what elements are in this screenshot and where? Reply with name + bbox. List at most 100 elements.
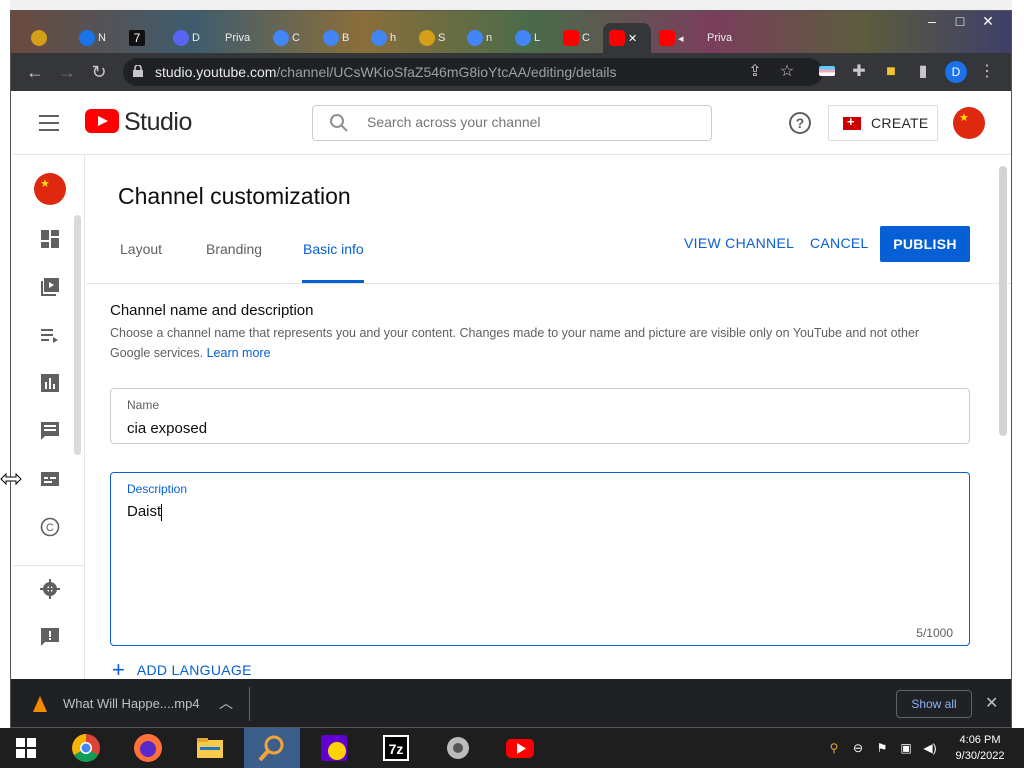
google-icon	[323, 30, 339, 46]
search-tray-icon[interactable]: ⚲	[826, 740, 842, 756]
search-box[interactable]	[312, 105, 712, 141]
taskbar-7zip[interactable]: 7z	[368, 728, 424, 768]
browser-tab[interactable]: C	[267, 25, 315, 51]
browser-tab[interactable]: 7	[123, 25, 163, 51]
taskbar-youtube[interactable]	[492, 728, 548, 768]
browser-tab[interactable]: N	[73, 25, 119, 51]
close-download-bar-icon[interactable]: ✕	[985, 693, 998, 713]
comments-icon[interactable]	[40, 421, 60, 441]
youtube-icon	[563, 30, 579, 46]
browser-tab[interactable]: n	[461, 25, 507, 51]
taskbar-chrome[interactable]	[58, 728, 114, 768]
learn-more-link[interactable]: Learn more	[207, 346, 271, 360]
svg-text:C: C	[46, 522, 54, 534]
section-title: Channel name and description	[110, 302, 314, 319]
browser-tab[interactable]: L	[509, 25, 555, 51]
copyright-icon[interactable]: C	[40, 517, 60, 537]
tab-layout[interactable]: Layout	[120, 241, 162, 257]
side-panel-icon[interactable]: ▮	[913, 62, 933, 82]
name-field[interactable]: Name cia exposed	[110, 388, 970, 444]
browser-tab[interactable]: D	[167, 25, 217, 51]
extension-icon[interactable]: ■	[881, 62, 901, 82]
taskbar-yahoo-messenger[interactable]	[306, 728, 362, 768]
browser-window: N 7 D Priva C B h S n L C ✕ ◂ Priva – □ …	[10, 10, 1012, 728]
taskbar-settings-app[interactable]	[430, 728, 486, 768]
create-button[interactable]: CREATE	[828, 105, 938, 141]
description-input[interactable]: Daist	[127, 503, 163, 521]
browser-toolbar: ← → ↻ studio.youtube.com/channel/UCsWKio…	[11, 53, 1011, 91]
7zip-icon: 7z	[383, 735, 409, 761]
browser-tab[interactable]	[25, 25, 69, 51]
address-bar[interactable]: studio.youtube.com/channel/UCsWKioSfaZ54…	[123, 58, 823, 86]
browser-menu-icon[interactable]: ⋮	[977, 62, 997, 82]
view-channel-button[interactable]: VIEW CHANNEL	[684, 235, 794, 251]
content-icon[interactable]	[40, 277, 60, 297]
account-avatar[interactable]	[953, 107, 985, 139]
profile-avatar[interactable]: D	[945, 61, 967, 83]
publish-button[interactable]: PUBLISH	[880, 226, 970, 262]
bookmark-star-icon[interactable]: ☆	[777, 62, 797, 82]
taskbar-clock[interactable]: 4:06 PM 9/30/2022	[948, 732, 1012, 764]
chevron-up-icon[interactable]: ︿	[219, 693, 233, 713]
description-field[interactable]: Description Daist 5/1000	[110, 472, 970, 646]
close-tab-icon[interactable]: ✕	[628, 32, 637, 45]
browser-tab[interactable]: B	[317, 25, 363, 51]
analytics-icon[interactable]	[40, 373, 60, 393]
name-input[interactable]: cia exposed	[127, 420, 207, 437]
close-window-button[interactable]: ✕	[971, 11, 1005, 31]
back-button[interactable]: ←	[24, 61, 46, 83]
volume-tray-icon[interactable]: ◀)	[922, 740, 938, 756]
extensions-puzzle-icon[interactable]: ✚	[849, 62, 869, 82]
browser-tab[interactable]: h	[365, 25, 411, 51]
tab-label: D	[192, 32, 200, 44]
dashboard-icon[interactable]	[40, 229, 60, 249]
add-language-label: ADD LANGUAGE	[136, 662, 252, 678]
windows-start-icon[interactable]	[16, 738, 36, 758]
tab-label: n	[486, 32, 493, 44]
feedback-icon[interactable]	[40, 627, 60, 647]
extension-flag-icon[interactable]	[817, 62, 837, 82]
download-file-name[interactable]: What Will Happe....mp4	[63, 696, 200, 711]
browser-tab[interactable]: C	[557, 25, 603, 51]
browser-tab[interactable]: Priva	[701, 25, 751, 51]
flag-tray-icon[interactable]: ⚑	[874, 740, 890, 756]
page-scrollbar[interactable]	[999, 166, 1007, 436]
google-icon	[515, 30, 531, 46]
tab-branding[interactable]: Branding	[206, 241, 262, 257]
studio-logo-text[interactable]: Studio	[124, 108, 192, 137]
hamburger-menu-icon[interactable]	[39, 115, 59, 131]
browser-tab-active[interactable]: ✕	[603, 23, 651, 53]
tab-label: C	[292, 32, 300, 44]
svg-text:7z: 7z	[389, 741, 404, 757]
taskbar-file-explorer[interactable]	[182, 728, 238, 768]
add-language-button[interactable]: + ADD LANGUAGE	[112, 659, 252, 680]
active-tab-indicator	[302, 280, 364, 283]
tab-basic-info[interactable]: Basic info	[303, 241, 364, 257]
reload-button[interactable]: ↻	[88, 61, 110, 83]
tab-label: B	[342, 32, 350, 44]
nav-scrollbar[interactable]	[74, 215, 81, 455]
browser-tab[interactable]: Priva	[219, 25, 267, 51]
search-icon	[330, 114, 348, 132]
forward-button[interactable]: →	[56, 61, 78, 83]
settings-gear-icon[interactable]	[40, 579, 60, 599]
subtitles-icon[interactable]	[40, 469, 60, 489]
help-icon[interactable]: ?	[789, 112, 811, 134]
studio-header: Studio ? CREATE	[13, 91, 1011, 155]
share-icon[interactable]: ⇪	[745, 62, 765, 82]
taskbar-search[interactable]	[244, 728, 300, 768]
youtube-app-icon	[506, 739, 534, 758]
browser-tab[interactable]: S	[413, 25, 459, 51]
tab-label: N	[98, 32, 106, 44]
search-input[interactable]	[367, 114, 687, 130]
google-icon	[273, 30, 289, 46]
channel-avatar[interactable]	[34, 173, 66, 205]
cancel-button[interactable]: CANCEL	[810, 235, 869, 251]
playlists-icon[interactable]	[40, 325, 60, 345]
browser-tab[interactable]: ◂	[653, 25, 699, 51]
network-tray-icon[interactable]: ▣	[898, 740, 914, 756]
taskbar-firefox[interactable]	[120, 728, 176, 768]
show-all-button[interactable]: Show all	[896, 690, 972, 718]
youtube-logo-icon[interactable]	[85, 109, 119, 133]
status-tray-icon[interactable]: ⊖	[850, 740, 866, 756]
